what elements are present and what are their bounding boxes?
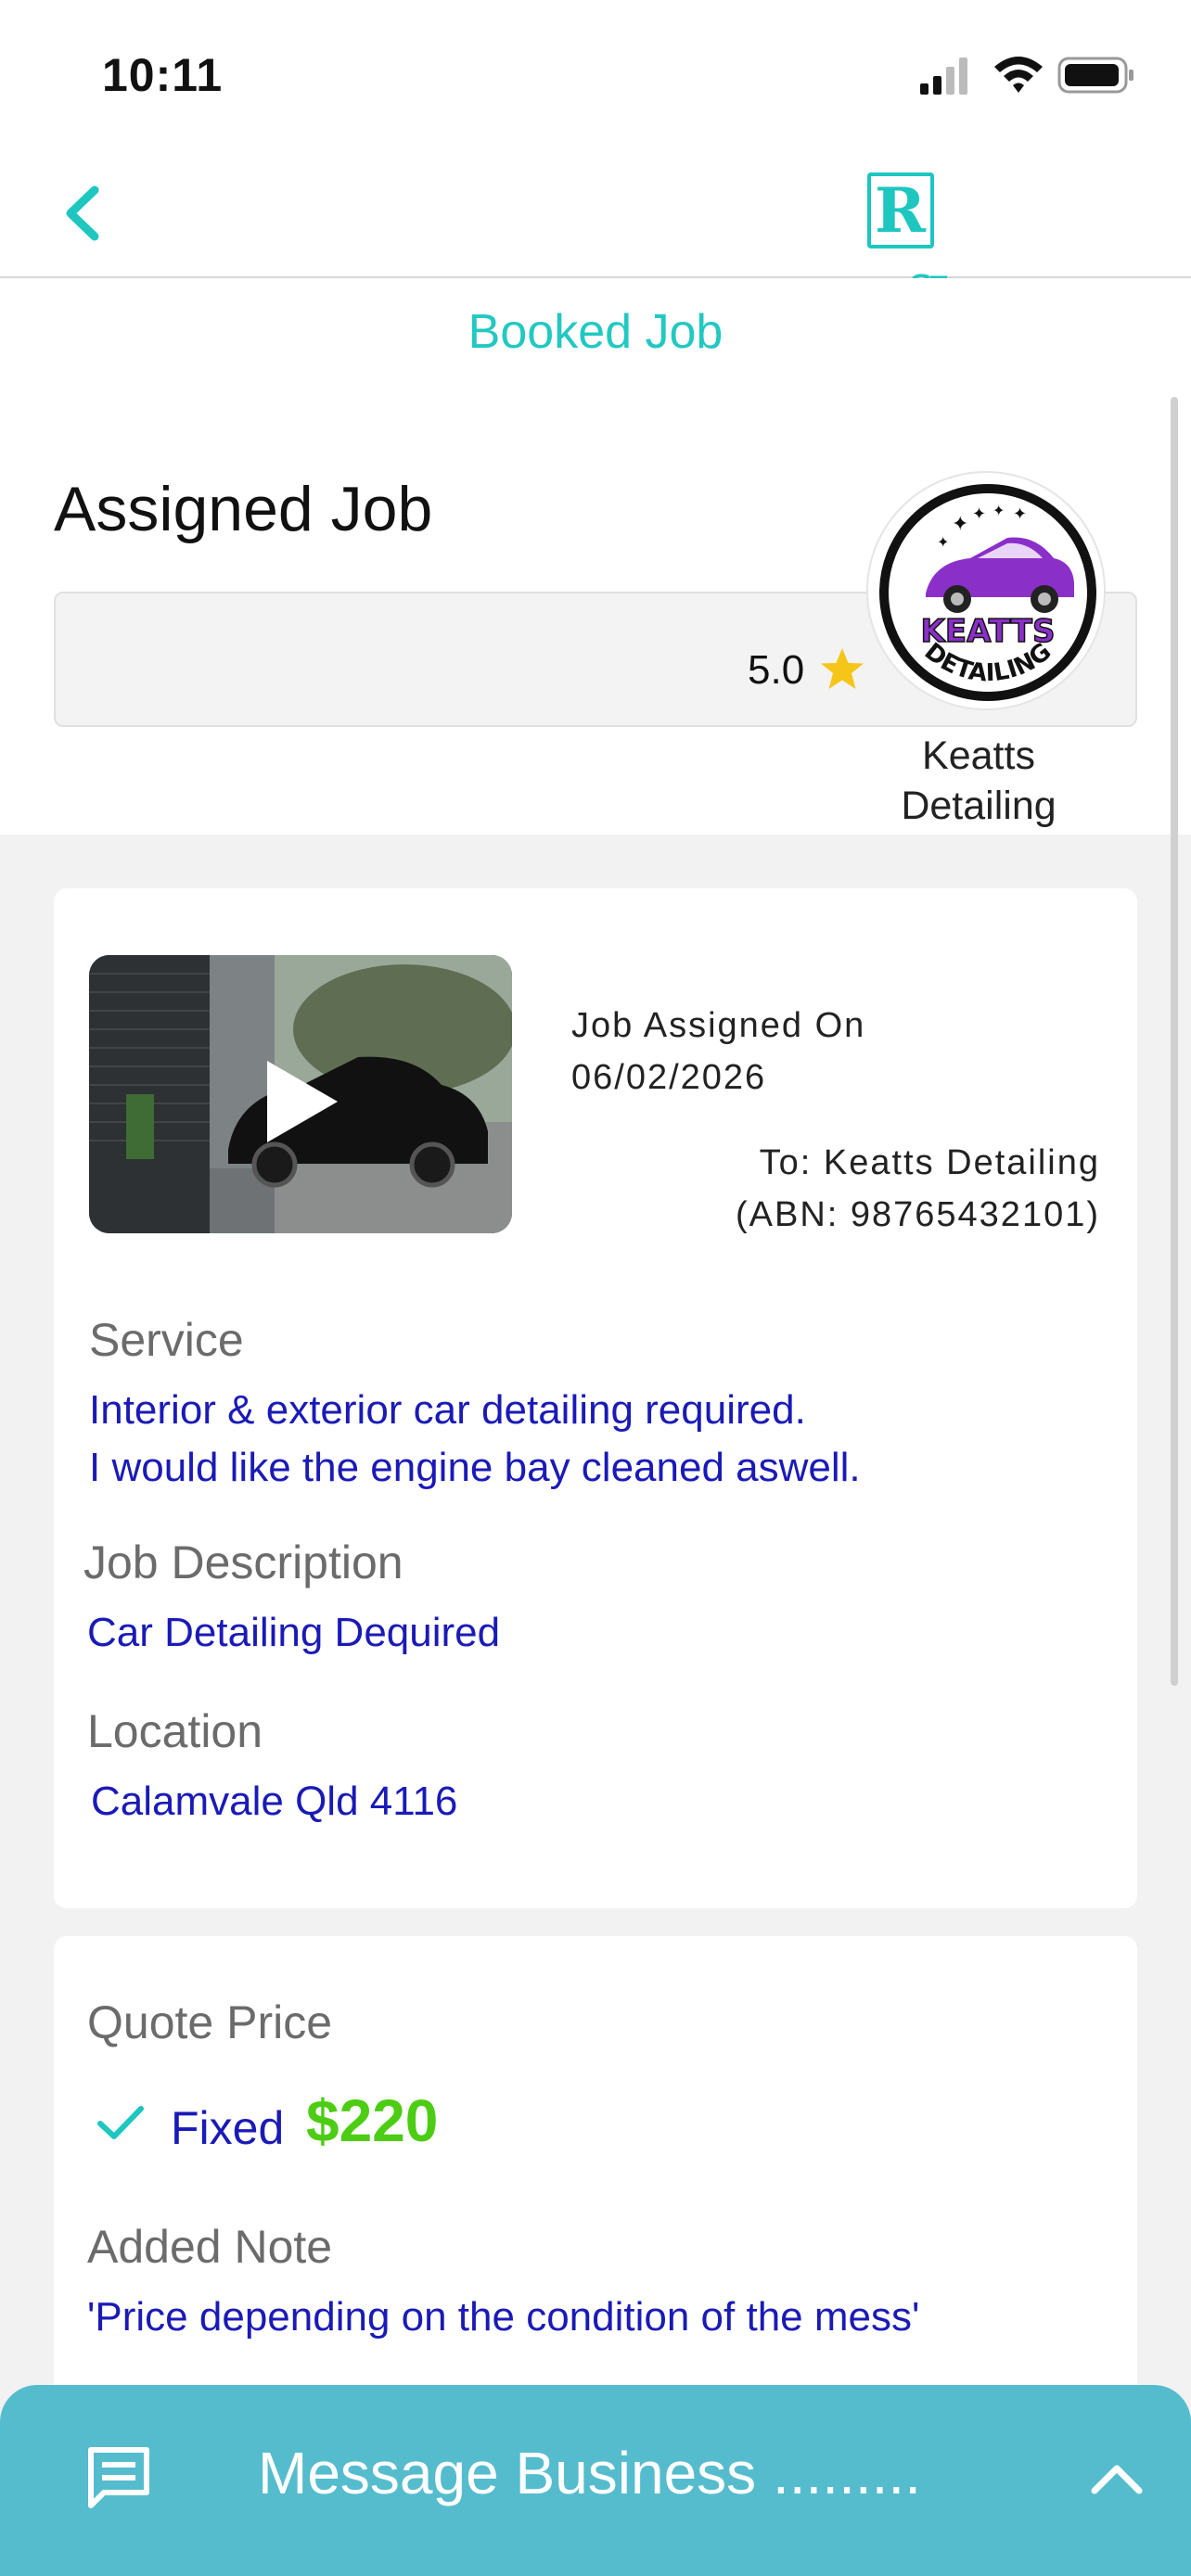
status-bar: 10:11 [0,0,1191,139]
message-business-bar[interactable]: Message Business ......... [0,2385,1191,2576]
check-icon [97,2106,144,2139]
job-description-label: Job Description [83,1537,403,1588]
battery-icon [1057,57,1133,94]
status-time: 10:11 [102,49,224,101]
car-logo-icon: ✦ ✦ ✦ ✦ ✦ KEATTS DETAILING [879,484,1096,701]
nav-header: RyfLect [0,139,1191,336]
location-label: Location [87,1705,263,1757]
recipient-name: To: Keatts Detailing [759,1143,1100,1182]
added-note-label: Added Note [87,2221,333,2273]
job-description-value: Car Detailing Dequired [87,1610,501,1655]
back-chevron-icon[interactable] [56,181,111,246]
scrollbar[interactable] [1171,397,1178,1686]
quote-price-label: Quote Price [87,1996,333,2048]
business-logo[interactable]: ✦ ✦ ✦ ✦ ✦ KEATTS DETAILING [866,471,1106,710]
wifi-icon [994,57,1043,93]
brand-logo: RyfLect [867,165,1118,336]
business-name[interactable]: Keatts Detailing [835,731,1122,831]
quote-price-value: $220 [306,2087,439,2154]
rating-value: 5.0 [748,647,805,693]
svg-text:✦: ✦ [952,513,968,536]
svg-text:✦: ✦ [972,504,986,524]
recipient-block: To: Keatts Detailing (ABN: 98765432101) [736,1137,1100,1241]
page-subtitle-section: Booked Job [0,278,1191,408]
svg-text:✦: ✦ [992,502,1005,519]
price-type: Fixed [171,2102,285,2154]
play-icon[interactable] [256,1057,345,1146]
service-value-line2: I would like the engine bay cleaned aswe… [89,1445,861,1490]
chevron-up-icon[interactable] [1089,2459,1145,2496]
added-note-value: 'Price depending on the condition of the… [87,2294,920,2340]
message-icon [88,2447,149,2508]
assigned-job-section: Assigned Job 5.0 ✦ ✦ ✦ ✦ ✦ KEATTS DETAIL… [0,408,1191,835]
assigned-on-block: Job Assigned On 06/02/2026 [571,1000,865,1103]
business-name-line1: Keatts [922,733,1035,778]
assigned-on-label: Job Assigned On [571,1006,866,1045]
service-value-line1: Interior & exterior car detailing requir… [89,1387,806,1433]
business-name-line2: Detailing [901,784,1057,828]
job-video-thumbnail[interactable] [89,955,512,1233]
assigned-job-title: Assigned Job [54,474,433,544]
star-icon [821,648,864,689]
assigned-on-date: 06/02/2026 [571,1058,767,1097]
service-label: Service [89,1314,244,1366]
recipient-abn: (ABN: 98765432101) [735,1195,1100,1234]
page-subtitle: Booked Job [467,305,724,359]
location-value: Calamvale Qld 4116 [91,1779,458,1824]
cellular-signal-icon [920,57,967,95]
svg-text:✦: ✦ [937,533,949,551]
message-business-label: Message Business ......... [258,2440,921,2506]
svg-text:✦: ✦ [1013,504,1027,524]
brand-initial: R [867,172,934,249]
job-details-card: Job Assigned On 06/02/2026 To: Keatts De… [54,888,1137,1908]
